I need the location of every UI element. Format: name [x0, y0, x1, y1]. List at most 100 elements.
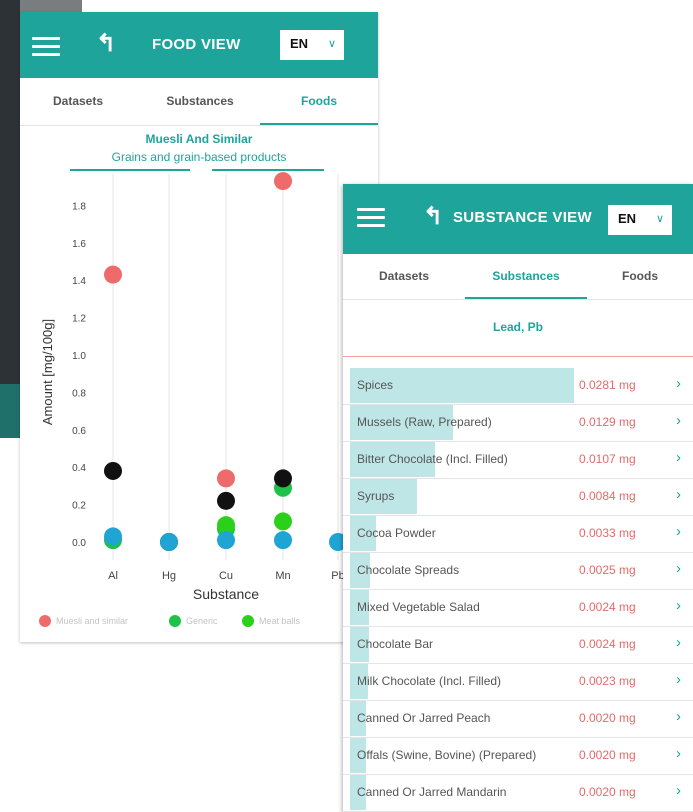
- y-tick-label: 1.8: [72, 201, 86, 212]
- background-teal-strip: [0, 384, 20, 438]
- data-point[interactable]: [274, 512, 292, 531]
- food-name: Mixed Vegetable Salad: [357, 600, 480, 614]
- food-name: Mussels (Raw, Prepared): [357, 415, 492, 429]
- food-amount: 0.0024 mg: [579, 600, 636, 614]
- y-tick-label: 0.6: [72, 426, 86, 437]
- legend-label: Muesli and similar: [56, 616, 128, 626]
- food-amount: 0.0084 mg: [579, 489, 636, 503]
- substance-view-panel: ↰ SUBSTANCE VIEW EN ∨ Datasets Substance…: [343, 184, 693, 812]
- chevron-right-icon[interactable]: ›: [676, 560, 681, 577]
- language-value: EN: [618, 211, 637, 226]
- x-tick-label: Al: [108, 570, 118, 582]
- substance-view-header: ↰ SUBSTANCE VIEW EN ∨: [343, 184, 693, 254]
- food-amount: 0.0023 mg: [579, 674, 636, 688]
- chevron-right-icon[interactable]: ›: [676, 782, 681, 799]
- y-axis-label: Amount [mg/100g]: [40, 319, 55, 425]
- chevron-right-icon[interactable]: ›: [676, 671, 681, 688]
- list-item[interactable]: Canned Or Jarred Mandarin 0.0020 mg ›: [343, 774, 693, 812]
- background-dark-panel: [0, 0, 20, 438]
- chevron-right-icon[interactable]: ›: [676, 486, 681, 503]
- chevron-down-icon: ∨: [655, 213, 664, 225]
- chevron-right-icon[interactable]: ›: [676, 745, 681, 762]
- y-tick-label: 1.0: [72, 351, 86, 362]
- data-point[interactable]: [104, 265, 122, 284]
- list-item[interactable]: Mussels (Raw, Prepared) 0.0129 mg ›: [343, 404, 693, 442]
- y-tick-label: 0.2: [72, 501, 86, 512]
- y-tick-label: 0.4: [72, 463, 86, 474]
- chevron-right-icon[interactable]: ›: [676, 708, 681, 725]
- chevron-right-icon[interactable]: ›: [676, 523, 681, 540]
- page-title: SUBSTANCE VIEW: [453, 209, 592, 226]
- list-item[interactable]: Canned Or Jarred Peach 0.0020 mg ›: [343, 700, 693, 738]
- tab-datasets[interactable]: Datasets: [343, 254, 465, 299]
- x-axis-label: Substance: [193, 586, 259, 602]
- tab-substances[interactable]: Substances: [465, 254, 587, 299]
- y-tick-label: 1.4: [72, 276, 86, 287]
- data-point[interactable]: [104, 527, 122, 546]
- data-point[interactable]: [274, 469, 292, 488]
- y-tick-label: 0.8: [72, 388, 86, 399]
- food-name: Chocolate Bar: [357, 637, 434, 651]
- food-name: Canned Or Jarred Mandarin: [357, 785, 507, 799]
- scatter-chart: 0.00.20.40.60.81.01.21.41.61.8 Al Hg Cu Mn P…: [39, 172, 347, 627]
- menu-icon[interactable]: [357, 208, 385, 232]
- food-amount: 0.0020 mg: [579, 748, 636, 762]
- legend-label: Generic: [186, 616, 218, 626]
- food-name: Bitter Chocolate (Incl. Filled): [357, 452, 508, 466]
- back-arrow-icon[interactable]: ↰: [423, 205, 443, 229]
- list-item[interactable]: Milk Chocolate (Incl. Filled) 0.0023 mg ›: [343, 663, 693, 701]
- x-tick-label: Hg: [162, 570, 176, 582]
- food-amount: 0.0025 mg: [579, 563, 636, 577]
- tab-foods[interactable]: Foods: [587, 254, 693, 299]
- food-name: Offals (Swine, Bovine) (Prepared): [357, 748, 537, 762]
- list-item[interactable]: Mixed Vegetable Salad 0.0024 mg ›: [343, 589, 693, 627]
- food-name: Chocolate Spreads: [357, 563, 460, 577]
- food-name: Syrups: [357, 489, 395, 503]
- list-item[interactable]: Syrups 0.0084 mg ›: [343, 478, 693, 516]
- tab-bar: Datasets Substances Foods: [343, 254, 693, 300]
- list-item[interactable]: Bitter Chocolate (Incl. Filled) 0.0107 mg…: [343, 441, 693, 479]
- data-point[interactable]: [274, 172, 292, 191]
- chevron-right-icon[interactable]: ›: [676, 449, 681, 466]
- list-item[interactable]: Chocolate Bar 0.0024 mg ›: [343, 626, 693, 664]
- y-tick-label: 0.0: [72, 538, 86, 549]
- food-amount: 0.0033 mg: [579, 526, 636, 540]
- food-name: Canned Or Jarred Peach: [357, 711, 491, 725]
- substance-name: Lead, Pb: [492, 320, 543, 334]
- chevron-right-icon[interactable]: ›: [676, 597, 681, 614]
- divider: [343, 356, 693, 357]
- food-name: Milk Chocolate (Incl. Filled): [357, 674, 502, 688]
- list-item[interactable]: Chocolate Spreads 0.0025 mg ›: [343, 552, 693, 590]
- y-tick-label: 1.6: [72, 239, 86, 250]
- data-point[interactable]: [217, 491, 235, 510]
- list-item[interactable]: Offals (Swine, Bovine) (Prepared) 0.0020 …: [343, 737, 693, 775]
- data-point[interactable]: [217, 531, 235, 550]
- chevron-right-icon[interactable]: ›: [676, 375, 681, 392]
- list-item[interactable]: Cocoa Powder 0.0033 mg ›: [343, 515, 693, 553]
- food-amount: 0.0129 mg: [579, 415, 636, 429]
- legend-marker: [39, 615, 51, 627]
- x-tick-label: Cu: [219, 570, 233, 582]
- food-name: Spices: [357, 378, 394, 392]
- language-select[interactable]: EN ∨: [608, 205, 672, 235]
- food-amount: 0.0024 mg: [579, 637, 636, 651]
- food-amount: 0.0020 mg: [579, 711, 636, 725]
- background-grey-strip: [20, 0, 82, 12]
- data-point[interactable]: [274, 531, 292, 550]
- data-point[interactable]: [160, 533, 178, 551]
- chevron-right-icon[interactable]: ›: [676, 634, 681, 651]
- data-point[interactable]: [104, 461, 122, 480]
- legend-marker: [169, 615, 181, 627]
- food-name: Cocoa Powder: [357, 526, 436, 540]
- food-amount: 0.0281 mg: [579, 378, 636, 392]
- food-amount: 0.0107 mg: [579, 452, 636, 466]
- legend-label: Meat balls: [259, 616, 301, 626]
- chevron-right-icon[interactable]: ›: [676, 412, 681, 429]
- legend-marker: [242, 615, 254, 627]
- food-view-panel: ↰ FOOD VIEW EN ∨ Datasets Substances Foo…: [20, 12, 378, 642]
- data-point[interactable]: [217, 469, 235, 488]
- y-tick-label: 1.2: [72, 314, 86, 325]
- x-tick-label: Mn: [275, 570, 290, 582]
- food-amount: 0.0020 mg: [579, 785, 636, 799]
- list-item[interactable]: Spices 0.0281 mg ›: [343, 367, 693, 405]
